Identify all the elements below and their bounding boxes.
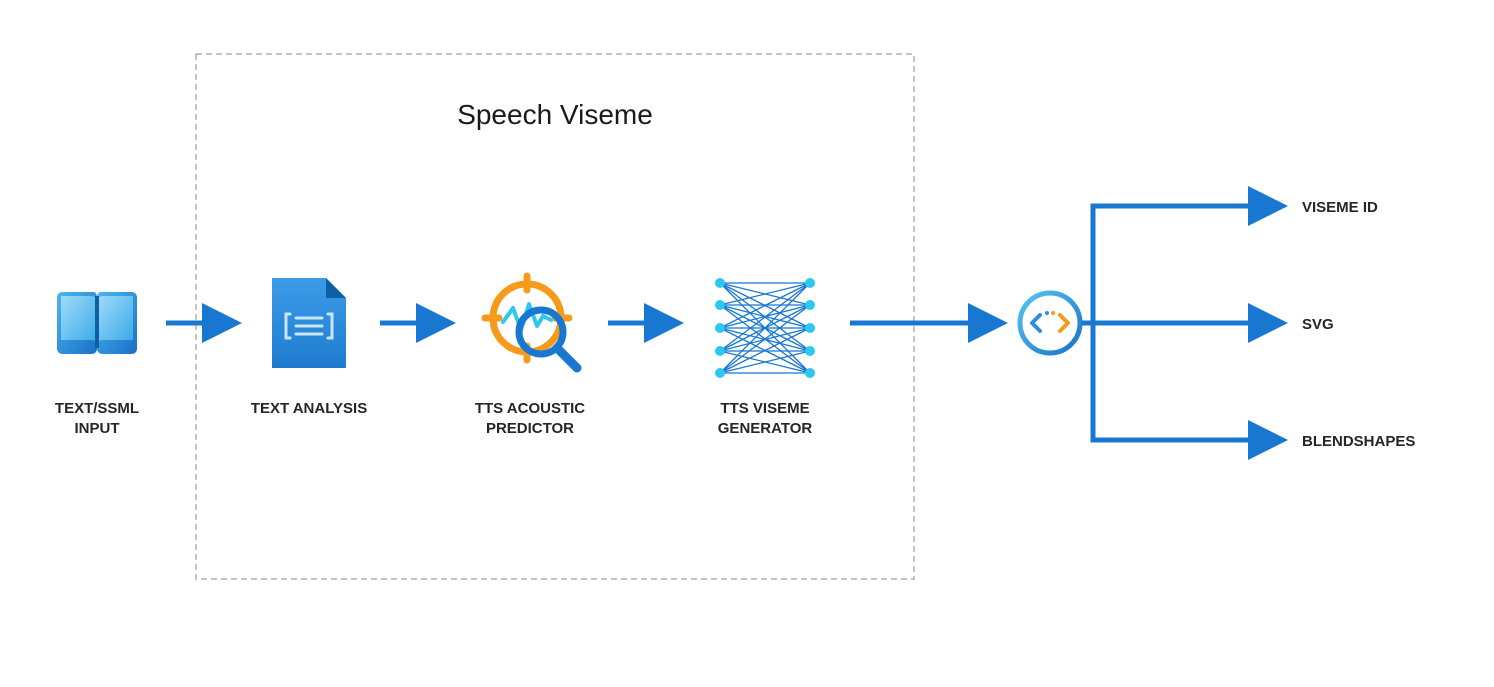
- viseme-label-line1: TTS VISEME: [720, 400, 809, 417]
- input-label-line1: TEXT/SSML: [55, 400, 139, 417]
- diagram-canvas: Speech Viseme TEXT/SSML INPUT TEXT ANALY…: [0, 0, 1494, 687]
- neural-net-icon: [715, 278, 815, 378]
- arrow-output-viseme-id: [1093, 206, 1280, 323]
- viseme-label-line2: GENERATOR: [718, 420, 813, 437]
- output-viseme-id-label: VISEME ID: [1302, 199, 1378, 216]
- output-blendshapes-label: BLENDSHAPES: [1302, 433, 1415, 450]
- acoustic-label-line2: PREDICTOR: [486, 420, 574, 437]
- target-search-icon: [485, 276, 577, 368]
- code-circle-icon: [1020, 293, 1080, 353]
- book-icon: [57, 292, 137, 354]
- input-label-line2: INPUT: [75, 420, 120, 437]
- acoustic-label-line1: TTS ACOUSTIC: [475, 400, 585, 417]
- arrow-output-blendshapes: [1093, 323, 1280, 440]
- document-icon: [272, 278, 346, 368]
- analysis-label: TEXT ANALYSIS: [251, 400, 367, 417]
- diagram-title: Speech Viseme: [457, 99, 653, 130]
- output-svg-label: SVG: [1302, 316, 1334, 333]
